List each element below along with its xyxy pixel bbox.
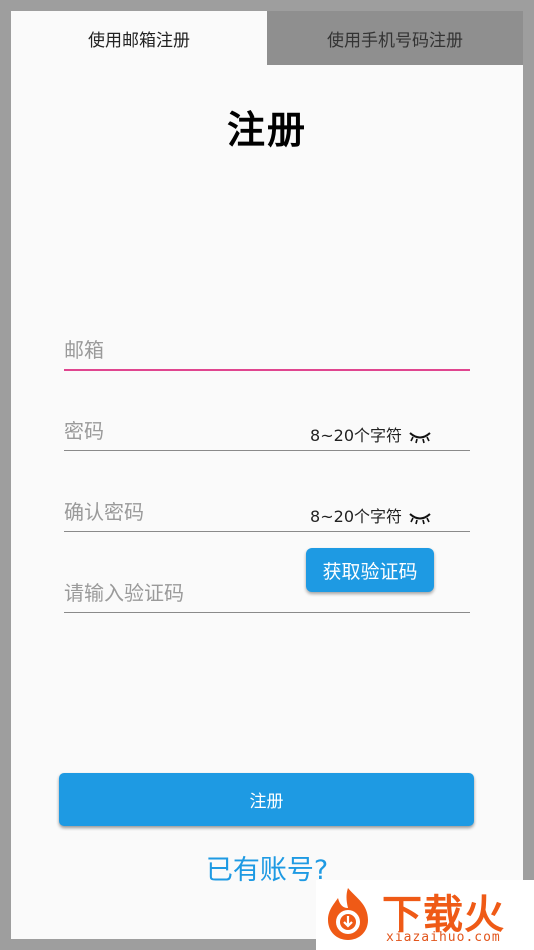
email-placeholder: 邮箱: [64, 338, 104, 362]
verification-code-placeholder: 请输入验证码: [64, 581, 184, 605]
register-card: 使用邮箱注册 使用手机号码注册 注册 邮箱 密码 8~20个字符 确认密码 8~…: [11, 11, 523, 939]
app-frame: 使用邮箱注册 使用手机号码注册 注册 邮箱 密码 8~20个字符 确认密码 8~…: [0, 0, 534, 950]
password-length-hint: 8~20个字符: [310, 426, 402, 445]
get-code-button[interactable]: 获取验证码: [306, 548, 434, 592]
confirm-password-field[interactable]: 确认密码 8~20个字符: [64, 485, 470, 532]
flame-logo-icon: [328, 888, 368, 940]
page-title: 注册: [226, 108, 307, 152]
password-placeholder: 密码: [64, 419, 104, 443]
tab-email-register[interactable]: 使用邮箱注册: [11, 11, 267, 65]
tab-phone-register[interactable]: 使用手机号码注册: [267, 11, 523, 65]
confirm-password-placeholder: 确认密码: [64, 500, 144, 524]
watermark-domain: xiazaihuo.com: [386, 930, 501, 945]
register-tabs: 使用邮箱注册 使用手机号码注册: [11, 11, 523, 65]
watermark: 下载火 xiazaihuo.com: [316, 880, 534, 950]
password-field[interactable]: 密码 8~20个字符: [64, 404, 470, 451]
confirm-password-length-hint: 8~20个字符: [310, 507, 402, 526]
email-field[interactable]: 邮箱: [64, 323, 470, 371]
register-button[interactable]: 注册: [59, 773, 474, 826]
eye-closed-icon[interactable]: [408, 430, 432, 444]
eye-closed-icon[interactable]: [408, 511, 432, 525]
